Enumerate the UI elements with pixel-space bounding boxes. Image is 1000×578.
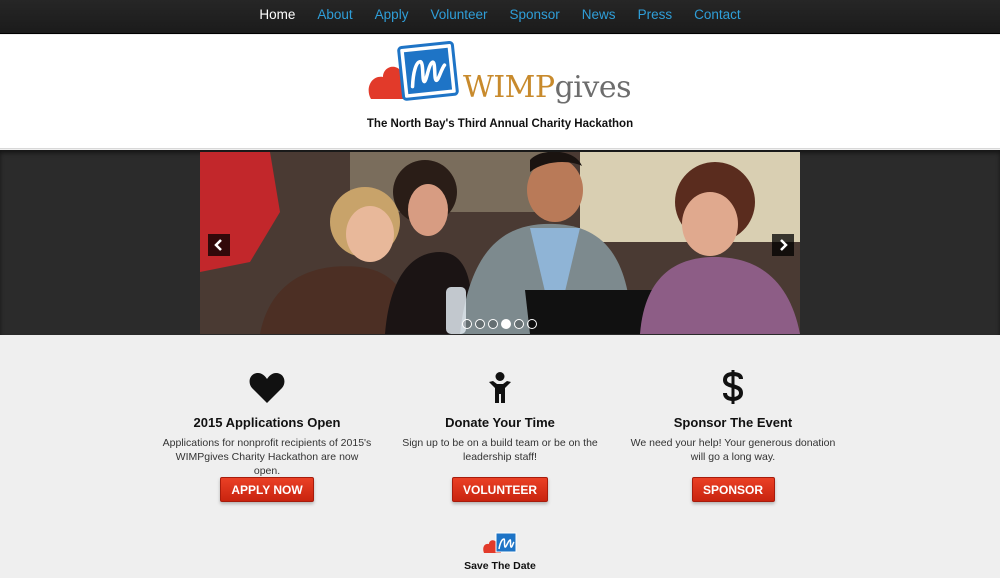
site-header: WIMPgives The North Bay's Third Annual C… [0, 35, 1000, 149]
nav-menu: Home About Apply Volunteer Sponsor News … [0, 0, 1000, 34]
feature-description: We need your help! Your generous donatio… [630, 437, 836, 463]
carousel-slide-photo [200, 152, 800, 334]
heart-icon [157, 368, 377, 404]
logo-mark-icon [368, 41, 459, 101]
chevron-left-icon [214, 239, 222, 251]
carousel-dot-5[interactable] [514, 319, 524, 329]
site-logo[interactable]: WIMPgives [367, 41, 637, 105]
volunteer-button[interactable]: VOLUNTEER [452, 477, 548, 502]
feature-sponsor: Sponsor The Event We need your help! You… [623, 368, 843, 502]
nav-link-home[interactable]: Home [248, 0, 306, 34]
save-the-date-label: Save The Date [464, 560, 536, 572]
wordmark-wimp: WIMP [463, 70, 555, 105]
site-tagline: The North Bay's Third Annual Charity Hac… [366, 118, 634, 130]
chevron-right-icon [780, 239, 788, 251]
feature-title: Donate Your Time [445, 415, 555, 430]
nav-link-about[interactable]: About [306, 0, 363, 34]
feature-title: 2015 Applications Open [193, 415, 341, 430]
nav-link-press[interactable]: Press [627, 0, 684, 34]
feature-volunteer: Donate Your Time Sign up to be on a buil… [390, 368, 610, 502]
nav-link-volunteer[interactable]: Volunteer [419, 0, 498, 34]
feature-title: Sponsor The Event [673, 415, 793, 430]
logo-mark-small-icon [483, 532, 517, 553]
feature-applications: 2015 Applications Open Applications for … [157, 368, 377, 502]
carousel-dot-4[interactable] [501, 319, 511, 329]
child-icon [390, 368, 610, 404]
sponsor-button[interactable]: SPONSOR [691, 477, 775, 502]
feature-description: Sign up to be on a build team or be on t… [402, 437, 598, 463]
logo-wordmark: WIMPgives [463, 70, 632, 105]
top-navigation: Home About Apply Volunteer Sponsor News … [0, 0, 1000, 34]
carousel-dot-3[interactable] [488, 319, 498, 329]
carousel-prev-button[interactable] [208, 234, 230, 256]
dollar-icon [623, 368, 843, 404]
save-the-date[interactable]: Save The Date [400, 532, 600, 572]
carousel-dot-2[interactable] [475, 319, 485, 329]
feature-description: Applications for nonprofit recipients of… [162, 437, 372, 477]
volunteers-photo [200, 152, 800, 334]
carousel-dot-6[interactable] [527, 319, 537, 329]
carousel-indicators [462, 319, 537, 329]
apply-now-button[interactable]: APPLY NOW [220, 477, 314, 502]
nav-link-news[interactable]: News [571, 0, 627, 34]
wordmark-gives: gives [554, 70, 632, 105]
carousel-dot-1[interactable] [462, 319, 472, 329]
carousel-next-button[interactable] [772, 234, 794, 256]
nav-link-sponsor[interactable]: Sponsor [499, 0, 571, 34]
nav-link-apply[interactable]: Apply [364, 0, 420, 34]
hero-carousel [0, 150, 1000, 335]
nav-link-contact[interactable]: Contact [683, 0, 752, 34]
